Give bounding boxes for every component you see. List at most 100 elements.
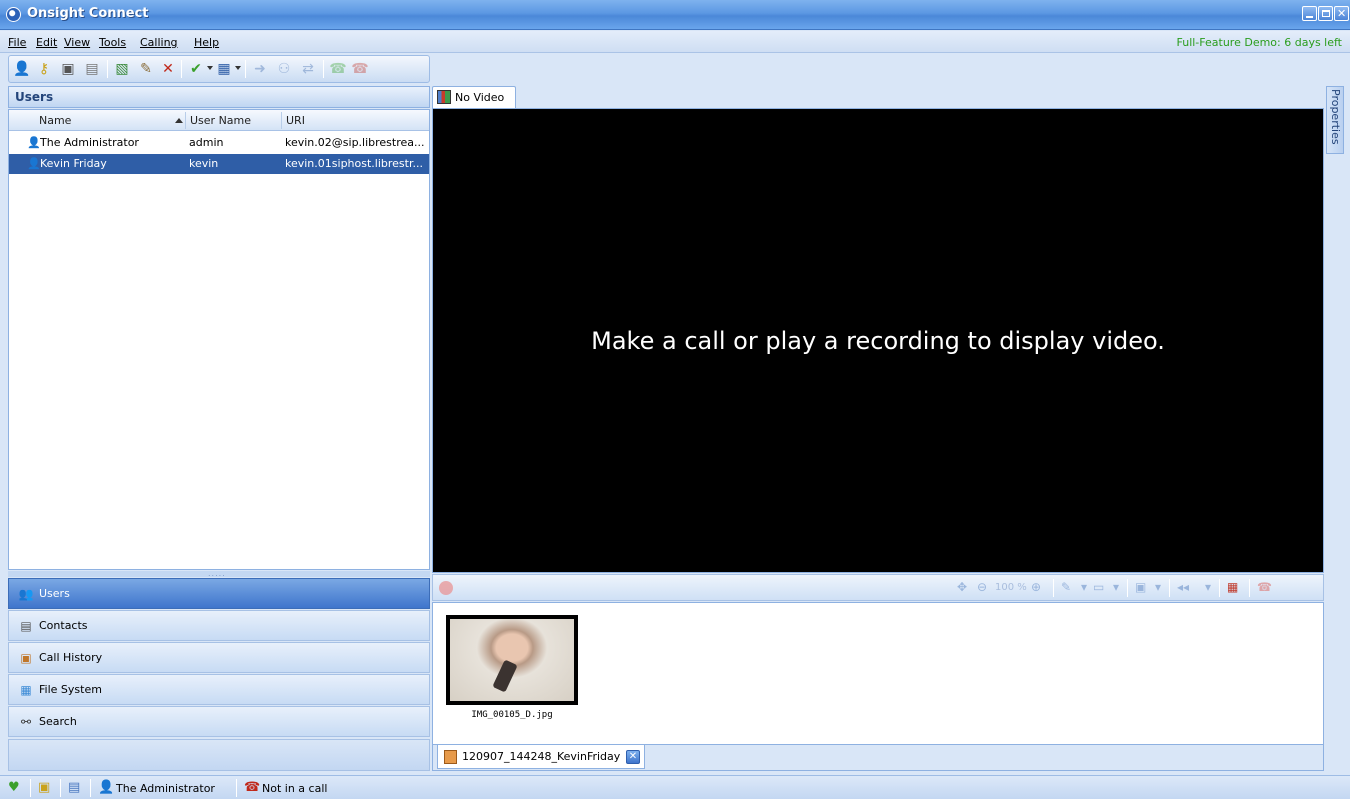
- maximize-icon: [1322, 10, 1330, 17]
- menu-bar: File Edit View Tools Calling Help Full-F…: [0, 31, 1350, 53]
- panel-splitter[interactable]: .....: [8, 569, 430, 578]
- media-icon[interactable]: ▦: [215, 60, 233, 78]
- capture-icon[interactable]: ▣: [1135, 580, 1146, 594]
- shape-icon[interactable]: ▭: [1093, 580, 1104, 594]
- network-icon[interactable]: ▤: [68, 780, 80, 796]
- user-name-cell: The Administrator: [40, 136, 139, 149]
- minimize-icon: [1306, 16, 1313, 18]
- menu-edit[interactable]: Edit: [36, 36, 57, 49]
- menu-file[interactable]: File: [8, 36, 26, 49]
- phonebook-icon[interactable]: ▤: [83, 60, 101, 78]
- status-dropdown-icon[interactable]: [207, 66, 213, 70]
- call-forward-icon[interactable]: ➜: [251, 60, 269, 78]
- users-grid-header: Name User Name URI: [9, 110, 429, 131]
- dial-icon[interactable]: ☎: [329, 60, 347, 78]
- media-dropdown-icon[interactable]: [235, 66, 241, 70]
- user-name-cell: Kevin Friday: [40, 157, 107, 170]
- properties-tab[interactable]: Properties: [1326, 86, 1344, 154]
- nav-file-system[interactable]: ▦ File System: [8, 674, 430, 705]
- demo-notice: Full-Feature Demo: 6 days left: [1176, 36, 1343, 49]
- user-uri-cell: kevin.01siphost.librestr...: [285, 157, 423, 170]
- conference-icon[interactable]: ⚇: [275, 60, 293, 78]
- file-tab-bar: 120907_144248_KevinFriday ✕: [432, 745, 1324, 771]
- lock-icon[interactable]: ▣: [38, 780, 50, 796]
- call-history-icon: ▣: [20, 651, 32, 665]
- table-row[interactable]: 👤 The Administrator admin kevin.02@sip.l…: [9, 133, 429, 153]
- maximize-button[interactable]: [1318, 6, 1333, 21]
- image-thumbnail[interactable]: [446, 615, 578, 705]
- binoculars-icon: ⚯: [20, 715, 32, 729]
- user-icon: 👤: [27, 157, 41, 170]
- main-toolbar: 👤 ⚷ ▣ ▤ ▧ ✎ ✕ ✔ ▦ ➜ ⚇ ⇄ ☎ ☎: [8, 55, 430, 83]
- column-username[interactable]: User Name: [190, 114, 251, 127]
- menu-help[interactable]: Help: [194, 36, 219, 49]
- user-icon[interactable]: 👤: [13, 60, 31, 78]
- shape-dropdown-icon[interactable]: ▾: [1113, 580, 1119, 594]
- hangup-icon[interactable]: ☎: [351, 60, 369, 78]
- key-icon[interactable]: ⚷: [35, 60, 53, 78]
- pan-icon[interactable]: ✥: [957, 580, 967, 594]
- contacts-icon: ▤: [20, 619, 32, 633]
- capture-dropdown-icon[interactable]: ▾: [1155, 580, 1161, 594]
- file-tab[interactable]: 120907_144248_KevinFriday ✕: [437, 745, 645, 769]
- user-icon: 👤: [98, 780, 115, 795]
- nav-label: Call History: [39, 651, 103, 664]
- transfer-icon[interactable]: ⇄: [299, 60, 317, 78]
- file-system-icon: ▦: [20, 683, 32, 697]
- column-uri[interactable]: URI: [286, 114, 305, 127]
- user-username-cell: admin: [189, 136, 224, 149]
- close-media-icon[interactable]: ▦: [1227, 580, 1238, 594]
- table-row[interactable]: 👤 Kevin Friday kevin kevin.01siphost.lib…: [9, 154, 429, 174]
- user-username-cell: kevin: [189, 157, 219, 170]
- pen-dropdown-icon[interactable]: ▾: [1081, 580, 1087, 594]
- nav-users[interactable]: 👥 Users: [8, 578, 430, 609]
- user-icon: 👤: [27, 136, 41, 149]
- users-panel-title: Users: [15, 90, 54, 104]
- draw-pen-icon[interactable]: ✎: [1061, 580, 1071, 594]
- delete-x-icon[interactable]: ✕: [159, 60, 177, 78]
- nav-footer: [8, 739, 430, 771]
- file-tab-label: 120907_144248_KevinFriday: [462, 750, 621, 763]
- menu-calling[interactable]: Calling: [140, 36, 178, 49]
- nav-search[interactable]: ⚯ Search: [8, 706, 430, 737]
- record-icon[interactable]: [439, 581, 453, 595]
- video-tab-icon: [437, 90, 451, 104]
- hangup-icon[interactable]: ☎: [1257, 580, 1272, 594]
- sort-ascending-icon: [175, 118, 183, 123]
- close-icon: ✕: [1337, 7, 1347, 20]
- app-logo-icon: [6, 7, 21, 22]
- window-title: Onsight Connect: [27, 6, 149, 21]
- close-tab-icon[interactable]: ✕: [626, 750, 640, 764]
- thumbnail-filename: IMG_00105_D.jpg: [471, 710, 553, 720]
- close-button[interactable]: ✕: [1334, 6, 1349, 21]
- menu-tools[interactable]: Tools: [99, 36, 126, 49]
- call-status-label: Not in a call: [262, 782, 328, 795]
- users-grid: Name User Name URI 👤 The Administrator a…: [8, 109, 430, 570]
- new-document-icon[interactable]: ▧: [113, 60, 131, 78]
- connection-heart-icon: ♥: [8, 780, 20, 795]
- zoom-in-icon[interactable]: ⊕: [1031, 580, 1041, 594]
- nav-label: Search: [39, 715, 77, 728]
- nav-call-history[interactable]: ▣ Call History: [8, 642, 430, 673]
- title-bar: Onsight Connect ✕: [0, 0, 1350, 30]
- nav-contacts[interactable]: ▤ Contacts: [8, 610, 430, 641]
- video-placeholder-message: Make a call or play a recording to displ…: [591, 327, 1165, 355]
- tab-no-video[interactable]: No Video: [432, 86, 516, 108]
- camera-icon[interactable]: ▣: [59, 60, 77, 78]
- nav-label: Contacts: [39, 619, 88, 632]
- users-icon: 👥: [18, 587, 34, 601]
- volume-dropdown-icon[interactable]: ▾: [1205, 580, 1211, 594]
- status-check-icon[interactable]: ✔: [187, 60, 205, 78]
- edit-pencil-icon[interactable]: ✎: [137, 60, 155, 78]
- zoom-out-icon[interactable]: ⊖: [977, 580, 987, 594]
- column-name[interactable]: Name: [39, 114, 71, 127]
- minimize-button[interactable]: [1302, 6, 1317, 21]
- video-display: Make a call or play a recording to displ…: [432, 108, 1324, 573]
- user-uri-cell: kevin.02@sip.librestrea...: [285, 136, 425, 149]
- thumbnail-image: [450, 619, 574, 701]
- volume-icon[interactable]: ◂◂: [1177, 580, 1189, 594]
- media-gallery: IMG_00105_D.jpg: [432, 602, 1324, 745]
- menu-view[interactable]: View: [64, 36, 90, 49]
- current-user-label: The Administrator: [116, 782, 215, 795]
- recording-file-icon: [444, 750, 457, 764]
